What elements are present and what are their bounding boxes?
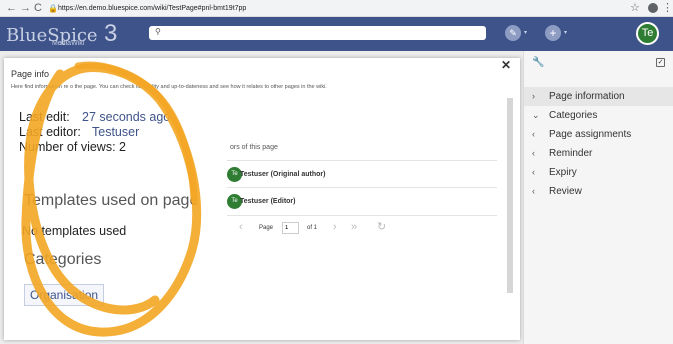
- highlight-annotation: [21, 61, 202, 337]
